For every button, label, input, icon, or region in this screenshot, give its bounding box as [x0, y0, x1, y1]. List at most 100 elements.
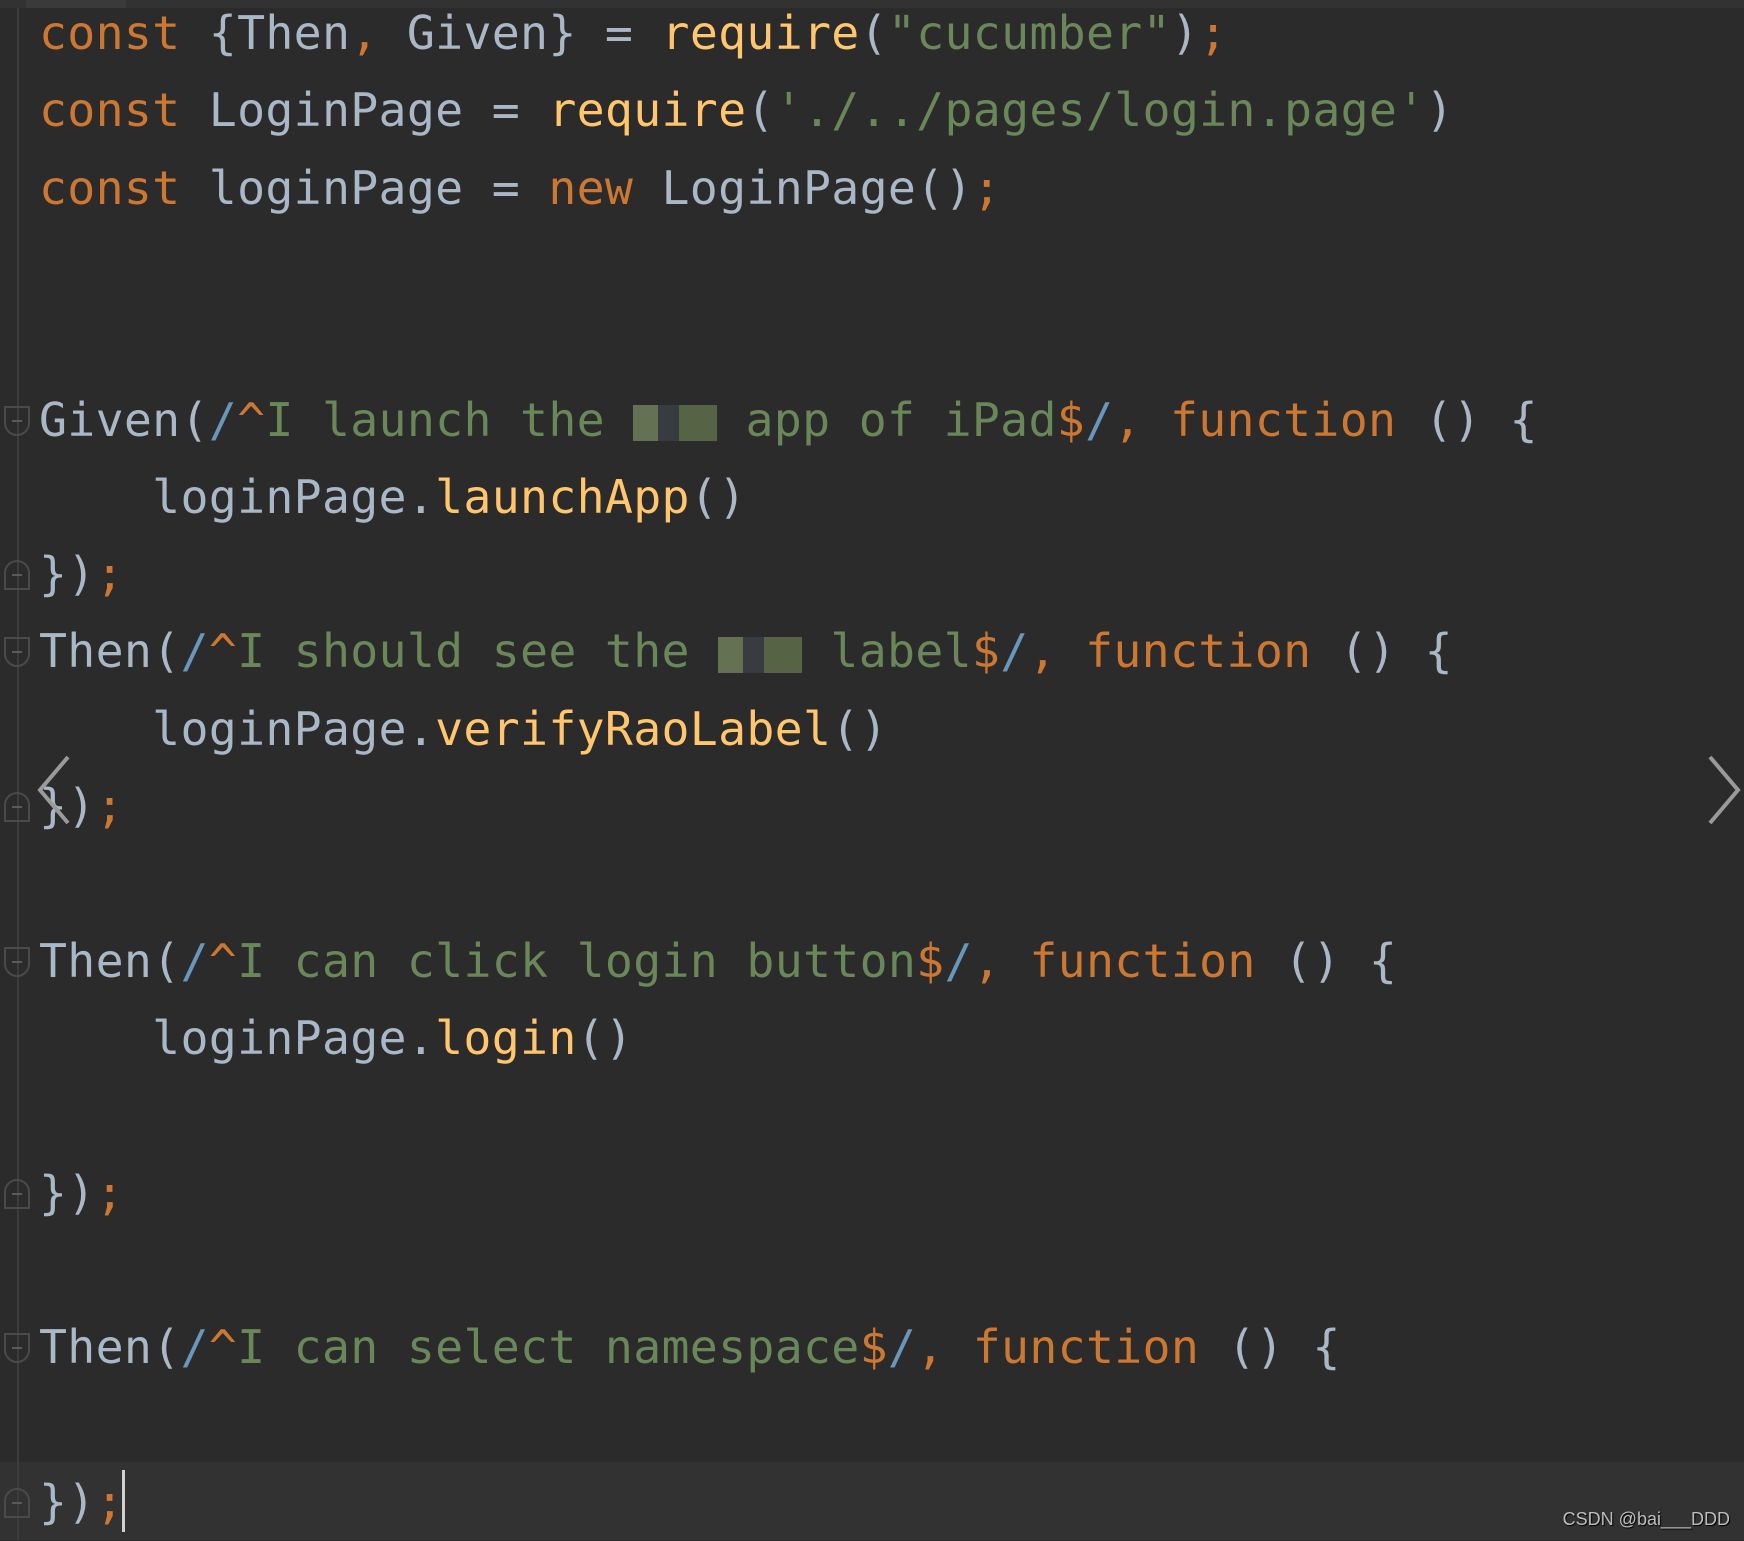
- code-token: }): [39, 1474, 96, 1529]
- code-token: Given(: [39, 392, 209, 447]
- code-line[interactable]: });: [39, 1155, 124, 1232]
- code-token: LoginPage =: [208, 83, 549, 138]
- code-token: Then(: [39, 933, 181, 988]
- code-token: ;: [972, 160, 1002, 215]
- redacted-block: [633, 405, 718, 441]
- code-token: label: [802, 624, 972, 679]
- code-line[interactable]: });: [39, 1464, 124, 1541]
- fold-end-icon[interactable]: [4, 560, 30, 591]
- code-line[interactable]: Then(/^I can click login button$/, funct…: [39, 923, 1397, 1000]
- code-token: ,: [916, 1320, 973, 1375]
- code-token: ^: [208, 1320, 238, 1375]
- code-token: ,: [1028, 624, 1086, 679]
- code-token: {Then: [208, 6, 351, 60]
- code-line[interactable]: Then(/^I should see the label$/, functio…: [39, 613, 1453, 690]
- code-line[interactable]: const loginPage = new LoginPage();: [39, 150, 1001, 227]
- code-token: ;: [1199, 6, 1228, 60]
- code-token: /: [944, 933, 973, 988]
- code-token: function: [1085, 624, 1340, 679]
- code-token: verifyRaoLabel: [435, 701, 832, 756]
- code-token: ;: [95, 1165, 124, 1220]
- code-token: loginPage =: [208, 160, 549, 215]
- code-token: $: [916, 933, 945, 988]
- code-token: I can select namespace: [237, 1320, 860, 1375]
- code-token: /: [208, 392, 238, 447]
- code-line[interactable]: });: [39, 536, 124, 613]
- code-token: (: [859, 6, 888, 60]
- code-token: Given} =: [378, 6, 662, 60]
- code-token: loginPage.: [39, 1010, 436, 1065]
- code-token: const: [39, 6, 209, 60]
- code-token: /: [1000, 624, 1029, 679]
- code-token: loginPage.: [39, 469, 436, 524]
- code-token: require: [661, 6, 860, 60]
- code-token: ;: [95, 547, 124, 602]
- code-token: ^: [208, 933, 238, 988]
- gutter-divider: [17, 8, 19, 1540]
- code-token: I should see the: [237, 624, 719, 679]
- fold-end-icon[interactable]: [4, 1178, 30, 1209]
- code-token: require: [548, 83, 747, 138]
- code-token: function: [972, 1320, 1228, 1375]
- code-token: ^: [237, 392, 266, 447]
- code-token: ,: [1113, 392, 1170, 447]
- fold-collapse-icon[interactable]: [4, 637, 30, 668]
- chevron-right-icon[interactable]: [1704, 755, 1744, 825]
- code-token: launchApp: [435, 469, 690, 524]
- code-token: ^: [208, 624, 238, 679]
- code-token: $: [1056, 392, 1086, 447]
- code-token: function: [1029, 933, 1285, 988]
- code-token: const: [39, 160, 209, 215]
- code-token: (): [689, 469, 747, 524]
- fold-end-icon[interactable]: [4, 792, 30, 822]
- code-token: }): [39, 1165, 96, 1220]
- redacted-block: [718, 636, 803, 673]
- code-token: $: [859, 1320, 888, 1375]
- code-line[interactable]: const LoginPage = require('./../pages/lo…: [39, 72, 1454, 149]
- code-token: ,: [350, 6, 379, 60]
- code-token: ): [1170, 6, 1200, 60]
- code-token: /: [887, 1320, 917, 1375]
- code-token: function: [1169, 392, 1425, 447]
- code-line[interactable]: loginPage.login(): [39, 1000, 633, 1077]
- code-line[interactable]: Given(/^I launch the app of iPad$/, func…: [39, 382, 1538, 459]
- code-token: "cucumber": [887, 6, 1171, 60]
- code-token: Then(: [39, 1320, 181, 1375]
- code-token: /: [1085, 392, 1114, 447]
- code-token: LoginPage(): [661, 160, 973, 215]
- code-token: $: [971, 624, 1001, 679]
- chevron-left-icon[interactable]: [36, 755, 76, 825]
- code-token: }): [39, 547, 96, 602]
- code-token: () {: [1284, 933, 1398, 988]
- code-token: /: [180, 624, 209, 679]
- code-token: I can click login button: [237, 933, 917, 988]
- text-caret: [122, 1470, 125, 1532]
- fold-collapse-icon[interactable]: [4, 1333, 30, 1364]
- code-token: () {: [1339, 624, 1453, 679]
- code-token: login: [435, 1010, 577, 1065]
- code-token: /: [180, 1320, 209, 1375]
- code-token: (: [746, 83, 775, 138]
- code-token: const: [39, 83, 209, 138]
- code-line[interactable]: loginPage.verifyRaoLabel(): [39, 691, 888, 768]
- code-token: (): [831, 701, 888, 756]
- code-line[interactable]: const {Then, Given} = require("cucumber"…: [39, 0, 1227, 72]
- code-token: () {: [1227, 1320, 1341, 1375]
- code-line[interactable]: Then(/^I can select namespace$/, functio…: [39, 1309, 1341, 1386]
- code-token: ;: [95, 779, 124, 833]
- code-token: I launch the: [265, 392, 634, 447]
- fold-end-icon[interactable]: [4, 1487, 30, 1518]
- code-line[interactable]: loginPage.launchApp(): [39, 459, 746, 536]
- code-token: Then(: [39, 624, 181, 679]
- code-token: ,: [972, 933, 1030, 988]
- fold-collapse-icon[interactable]: [4, 946, 30, 977]
- current-line-highlight: [0, 1462, 1744, 1540]
- code-token: /: [180, 933, 209, 988]
- fold-collapse-icon[interactable]: [4, 405, 30, 436]
- code-token: app of iPad: [717, 392, 1057, 447]
- code-token: './../pages/login.page': [774, 83, 1426, 138]
- code-token: loginPage.: [39, 701, 436, 756]
- code-token: ;: [95, 1474, 124, 1529]
- code-token: ): [1425, 83, 1454, 138]
- watermark: CSDN @bai___DDD: [1562, 1509, 1730, 1529]
